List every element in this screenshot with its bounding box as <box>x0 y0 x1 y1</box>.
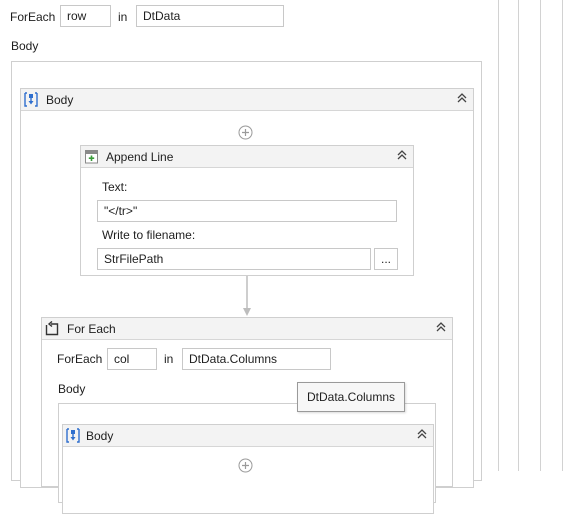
foreach-label: ForEach <box>57 352 103 366</box>
outer-scope-border <box>562 0 563 471</box>
in-label: in <box>118 10 128 24</box>
connector-arrow <box>241 276 253 318</box>
body-label: Body <box>58 382 86 396</box>
outer-scope-border <box>540 0 541 471</box>
outer-scope-border <box>518 0 519 471</box>
collapse-chevron-icon[interactable] <box>415 428 429 444</box>
foreach-collection-input[interactable]: DtData <box>136 5 284 27</box>
body-sequence-title: Body <box>46 93 74 107</box>
workflow-designer-canvas: { "outer_foreach": { "foreach_label": "F… <box>0 0 581 514</box>
sequence-icon <box>24 92 38 107</box>
append-line-title: Append Line <box>106 150 174 164</box>
append-line-activity: Append Line Text: "</tr>" Write to filen… <box>80 145 414 276</box>
filename-label: Write to filename: <box>102 228 196 242</box>
text-label: Text: <box>102 180 128 194</box>
for-each-header[interactable]: For Each <box>42 318 452 340</box>
body-sequence-header[interactable]: Body <box>21 89 473 111</box>
foreach-collection-input[interactable]: DtData.Columns <box>182 348 331 370</box>
collapse-chevron-icon[interactable] <box>434 321 448 337</box>
for-each-title: For Each <box>67 322 116 336</box>
inner-body-sequence-title: Body <box>86 429 114 443</box>
collapse-chevron-icon[interactable] <box>395 149 409 165</box>
foreach-item-variable-input[interactable]: row <box>60 5 111 27</box>
filename-input[interactable]: StrFilePath <box>97 248 371 270</box>
body-label: Body <box>11 39 39 53</box>
sequence-icon <box>66 428 80 443</box>
foreach-body-container: Body <box>58 403 436 514</box>
foreach-label: ForEach <box>10 10 56 24</box>
browse-button[interactable]: ... <box>374 248 398 270</box>
collapse-chevron-icon[interactable] <box>455 92 469 108</box>
text-input[interactable]: "</tr>" <box>97 200 397 222</box>
foreach-icon <box>45 320 59 336</box>
append-line-header[interactable]: Append Line <box>81 146 413 168</box>
outer-scope-border <box>498 0 499 471</box>
in-label: in <box>164 352 174 366</box>
inner-body-sequence-header[interactable]: Body <box>63 425 433 447</box>
foreach-item-variable-input[interactable]: col <box>107 348 157 370</box>
collection-tooltip: DtData.Columns <box>297 382 405 412</box>
append-line-icon <box>84 149 99 164</box>
add-activity-icon[interactable] <box>238 125 253 140</box>
